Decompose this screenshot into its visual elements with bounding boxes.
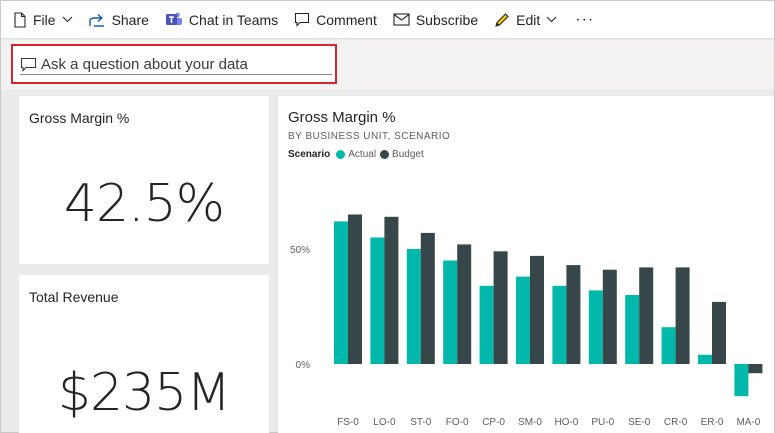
x-tick-label: PU-0	[591, 417, 614, 428]
teams-icon	[165, 12, 182, 25]
x-tick-label: MA-0	[736, 417, 760, 428]
chat-in-teams-button[interactable]: Chat in Teams	[165, 1, 278, 39]
x-tick-label: LO-0	[373, 417, 396, 428]
comment-label: Comment	[316, 11, 377, 28]
qa-placeholder: Ask a question about your data	[41, 55, 248, 73]
x-tick-label: SM-0	[518, 417, 542, 428]
x-tick-label: HO-0	[554, 417, 578, 428]
pencil-icon	[495, 12, 509, 27]
comment-icon	[295, 12, 310, 27]
x-tick-label: ER-0	[701, 417, 724, 428]
bar-budget-ma-0[interactable]	[748, 364, 763, 374]
share-button[interactable]: Share	[88, 1, 149, 39]
bar-actual-lo-0[interactable]	[370, 237, 385, 365]
bar-actual-pu-0[interactable]	[588, 290, 603, 364]
bar-chart: 0% 50% FS-0 LO-0 ST-0 FO-0 CP-0 SM-0 HO-0 PU-0 SE-…	[290, 214, 763, 428]
bar-budget-st-0[interactable]	[420, 232, 435, 364]
gross-margin-card[interactable]: Gross Margin % 42.5%	[19, 96, 269, 264]
comment-button[interactable]: Comment	[294, 1, 377, 39]
share-label: Share	[111, 11, 149, 28]
edit-menu[interactable]: Edit	[494, 1, 557, 39]
bar-actual-er-0[interactable]	[698, 354, 712, 364]
bar-budget-ho-0[interactable]	[566, 265, 581, 364]
share-icon	[88, 13, 104, 27]
chevron-down-icon	[546, 16, 557, 23]
bar-actual-ho-0[interactable]	[552, 285, 567, 364]
subscribe-button[interactable]: Subscribe	[393, 1, 478, 39]
edit-label: Edit	[516, 11, 541, 28]
chat-label: Chat in Teams	[188, 11, 279, 28]
qa-input[interactable]: Ask a question about your data	[20, 54, 332, 75]
bar-budget-se-0[interactable]	[639, 267, 654, 364]
x-tick-label: SE-0	[628, 417, 651, 428]
y-tick-label: 0%	[296, 360, 311, 371]
bar-budget-pu-0[interactable]	[602, 269, 617, 364]
x-tick-label: ST-0	[410, 417, 432, 428]
file-menu[interactable]: File	[13, 1, 73, 39]
more-icon: ···	[575, 10, 595, 28]
bar-budget-cp-0[interactable]	[493, 251, 508, 364]
bar-actual-cr-0[interactable]	[661, 327, 676, 364]
kpi-value: $235M	[57, 363, 231, 423]
file-icon	[14, 11, 26, 28]
card-title: Gross Margin %	[29, 110, 130, 126]
bar-actual-cp-0[interactable]	[479, 285, 494, 364]
bar-actual-se-0[interactable]	[625, 295, 640, 364]
subscribe-label: Subscribe	[415, 11, 479, 28]
bar-actual-fo-0[interactable]	[443, 260, 458, 365]
total-revenue-card[interactable]: Total Revenue $235M	[19, 275, 269, 433]
qa-bar: Ask a question about your data	[1, 40, 774, 90]
speech-bubble-icon	[20, 57, 37, 72]
bar-budget-sm-0[interactable]	[530, 255, 544, 364]
x-tick-label: FO-0	[446, 417, 469, 428]
bar-budget-fs-0[interactable]	[348, 214, 362, 365]
qa-highlight-box: Ask a question about your data	[11, 44, 337, 84]
bar-budget-fo-0[interactable]	[457, 244, 472, 364]
action-bar: File Share Chat in Teams Comment Subscri…	[1, 1, 774, 39]
chevron-down-icon	[62, 16, 72, 23]
card-title: Total Revenue	[29, 289, 119, 305]
file-label: File	[33, 11, 56, 28]
bar-budget-er-0[interactable]	[712, 301, 726, 364]
x-tick-label: FS-0	[337, 417, 359, 428]
kpi-value: 42.5%	[63, 174, 225, 234]
x-tick-label: CP-0	[482, 417, 505, 428]
bar-actual-sm-0[interactable]	[516, 276, 530, 364]
gross-margin-chart-tile[interactable]: Gross Margin % BY BUSINESS UNIT, SCENARI…	[278, 96, 774, 433]
more-options-button[interactable]: ···	[575, 1, 594, 39]
mail-icon	[393, 13, 410, 26]
bar-budget-lo-0[interactable]	[384, 216, 399, 364]
bar-actual-st-0[interactable]	[406, 249, 421, 364]
bar-budget-cr-0[interactable]	[675, 267, 690, 364]
bar-actual-fs-0[interactable]	[334, 221, 348, 364]
y-tick-label: 50%	[290, 245, 310, 256]
x-tick-label: CR-0	[664, 417, 688, 428]
bar-actual-ma-0[interactable]	[734, 364, 749, 397]
